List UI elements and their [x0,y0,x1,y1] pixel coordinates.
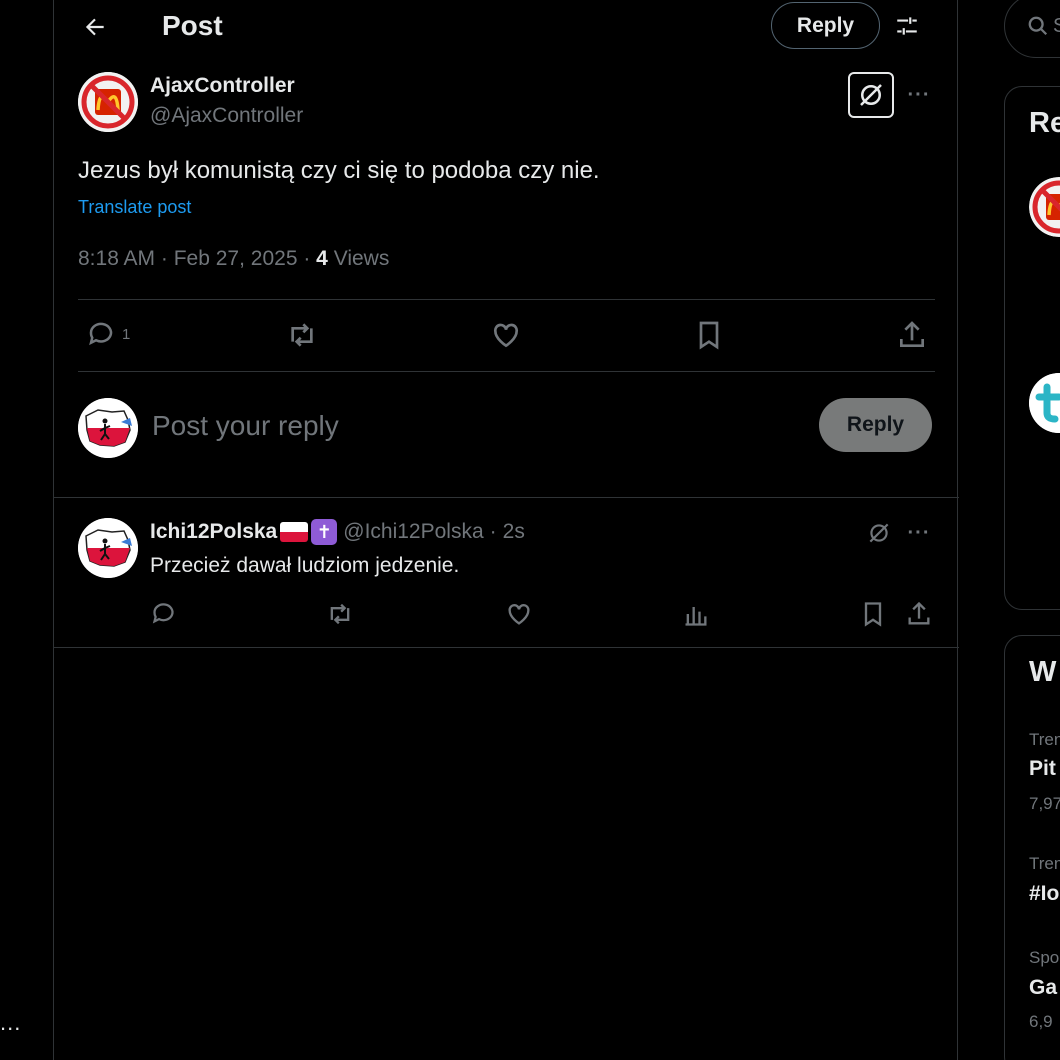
comment-icon [89,322,113,346]
post-meta: 8:18 AM · Feb 27, 2025 · 4 Views [78,247,390,270]
post-text: Jezus był komunistą czy ci się to podoba… [78,157,600,184]
grok-button[interactable] [864,518,894,548]
bar-chart-icon [685,607,707,626]
divider [78,299,935,300]
bookmark-icon [699,321,719,350]
trend-meta: Spo [1029,948,1060,967]
back-button[interactable] [78,10,112,44]
reply-action[interactable] [150,600,177,627]
share-action[interactable] [905,600,933,628]
arrow-left-icon [85,18,104,36]
grok-icon [869,523,889,543]
reply-header: Ichi12Polska ✝ @Ichi12Polska · 2s [150,519,525,545]
more-options-icon[interactable]: ··· [904,80,934,110]
repost-icon [330,603,350,625]
trend-meta: Tren [1029,730,1060,749]
user-avatar[interactable] [78,398,138,458]
share-icon [900,321,924,347]
avatar[interactable] [1029,373,1060,433]
page-header: Post Reply [54,0,959,53]
relevant-people-card: Re [1004,86,1060,610]
repost-action[interactable] [326,600,354,628]
bookmark-action[interactable] [859,600,887,628]
poland-map-icon [78,518,138,578]
views-count: 4 [316,247,328,270]
no-fast-food-icon [78,72,138,132]
divider [54,497,959,498]
search-placeholder: S [1053,15,1060,37]
repost-icon [291,323,313,347]
search-icon [1028,16,1048,36]
grok-button[interactable] [848,72,894,118]
trend-count: 6,9 [1029,1012,1053,1031]
reply-author-name[interactable]: Ichi12Polska [150,520,277,544]
poland-map-icon [78,398,138,458]
divider [54,647,959,648]
logo-icon [1029,373,1060,433]
divider [78,371,935,372]
composer-reply-button[interactable]: Reply [819,398,932,452]
repost-action[interactable] [286,319,318,351]
comment-icon [152,603,174,624]
page-title: Post [162,10,223,41]
like-action[interactable] [505,600,533,628]
trends-card: W Tren Pit 7,97 Tren #Io Spo Ga 6,9 [1004,635,1060,1060]
trend-title[interactable]: Pit [1029,757,1056,781]
main-column: Post Reply AjaxController @AjaxControlle… [53,0,959,1060]
trend-title[interactable]: Ga [1029,976,1057,1000]
card-heading: W [1029,656,1057,688]
bookmark-action[interactable] [693,319,725,351]
reply-count: 1 [122,325,131,343]
like-action[interactable] [490,319,522,351]
cross-icon: ✝ [311,519,338,545]
avatar[interactable] [78,72,138,132]
post-time[interactable]: 8:18 AM [78,247,155,270]
reply-action[interactable]: 1 [86,319,130,349]
avatar[interactable] [1029,177,1060,237]
trend-count: 7,97 [1029,794,1060,813]
trend-title[interactable]: #Io [1029,882,1059,906]
avatar[interactable] [78,518,138,578]
card-heading: Re [1029,107,1060,139]
header-reply-button[interactable]: Reply [771,2,880,49]
reply-input[interactable] [152,404,752,448]
reply-text: Przecież dawał ludziom jedzenie. [150,554,460,577]
grok-icon [860,84,882,106]
views-label: Views [333,247,390,270]
heart-icon [508,604,530,625]
trend-meta: Tren [1029,854,1060,873]
reply-author-handle[interactable]: @Ichi12Polska [343,520,483,544]
translate-link[interactable]: Translate post [78,197,191,218]
views-action[interactable] [682,600,710,628]
no-fast-food-icon [1029,177,1060,237]
share-icon [908,601,930,625]
more-options-icon[interactable]: ··· [904,518,934,548]
reply-time[interactable]: 2s [503,520,525,544]
author-handle[interactable]: @AjaxController [150,104,303,128]
poland-flag-icon [280,522,309,542]
sidebar-more-icon[interactable]: ... [0,1010,21,1036]
filter-button[interactable] [890,9,924,43]
post-date[interactable]: Feb 27, 2025 [174,247,298,270]
bookmark-icon [864,602,882,627]
heart-icon [493,323,519,348]
author-name[interactable]: AjaxController [150,74,295,98]
search-input[interactable]: S [1004,0,1060,58]
share-action[interactable] [896,319,928,351]
sliders-icon [897,17,917,35]
